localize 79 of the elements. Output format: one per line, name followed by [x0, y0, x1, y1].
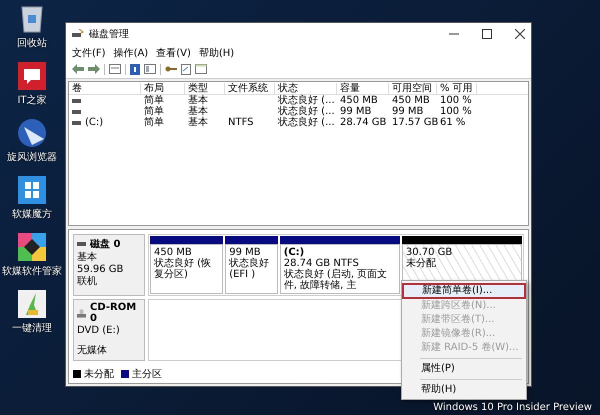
speech-bubble-icon[interactable]: [18, 62, 46, 90]
disk-detail: 基本: [77, 252, 98, 263]
table-cell: NTFS: [228, 117, 254, 128]
context-menu-item[interactable]: 帮助(H): [402, 383, 526, 397]
column-header[interactable]: % 可用: [437, 82, 477, 94]
menu-item[interactable]: 帮助(H): [198, 46, 234, 60]
partition-block[interactable]: 450 MB 状态良好 (恢复分区): [150, 244, 224, 294]
partition-size: 450 MB: [154, 247, 193, 258]
legend-label: 未分配: [84, 368, 114, 381]
column-header[interactable]: 容量: [337, 82, 389, 94]
partition-size: 30.70 GB: [406, 247, 454, 258]
document-icon[interactable]: [181, 64, 191, 74]
column-header[interactable]: 布局: [141, 82, 185, 94]
close-icon[interactable]: [515, 29, 525, 39]
desktop-icon-label[interactable]: 软媒魔方: [12, 207, 52, 221]
desktop-icon-label[interactable]: 软媒软件管家: [2, 264, 62, 278]
menu-item[interactable]: 操作(A): [114, 46, 148, 60]
table-cell: 28.74 GB: [340, 117, 386, 128]
column-header[interactable]: 可用空间: [389, 82, 437, 94]
key-icon[interactable]: [165, 64, 177, 74]
disk-detail: DVD (E:): [77, 325, 121, 336]
window-title: 磁盘管理: [89, 28, 129, 41]
disk-name: 磁盘 0: [90, 238, 120, 251]
partition-status: 状态良好 (恢复分区): [154, 258, 212, 280]
disk-detail: 59.96 GB: [77, 264, 124, 275]
table-cell: 99 MB: [392, 106, 424, 117]
disk-detail: 无媒体: [77, 345, 108, 356]
table-cell: 状态良好 (...: [278, 117, 335, 128]
partition-status: 状态良好 (启动, 页面文件, 故障转储, 主: [284, 269, 388, 291]
desktop-icon-label[interactable]: 一键清理: [12, 321, 52, 335]
table-cell: 17.57 GB: [392, 117, 438, 128]
context-menu-item[interactable]: 新建简单卷(I)...: [402, 283, 526, 299]
column-header[interactable]: 状态: [275, 82, 337, 94]
disk-management-icon: [72, 29, 84, 39]
desktop-icon-label[interactable]: IT之家: [17, 93, 47, 107]
desktop-icon-label[interactable]: 回收站: [17, 36, 47, 50]
window-icon[interactable]: [195, 64, 207, 74]
desktop-icon-label[interactable]: 旋风浏览器: [7, 150, 57, 164]
table-cell: 99 MB: [340, 106, 372, 117]
column-header[interactable]: 文件系统: [225, 82, 275, 94]
os-edition-text: Windows 10 Pro Insider Preview: [433, 402, 592, 413]
column-header[interactable]: 卷: [69, 82, 141, 94]
partition-status: 未分配: [406, 258, 437, 269]
table-cell: 450 MB: [392, 95, 430, 106]
table-cell: 简单: [144, 106, 164, 117]
table-cell: 450 MB: [340, 95, 378, 106]
table-cell: 基本: [188, 117, 208, 128]
maximize-icon[interactable]: [482, 29, 492, 39]
partition-size: 99 MB: [229, 247, 262, 258]
column-header[interactable]: 类型: [185, 82, 225, 94]
table-cell: 状态良好 (...: [278, 106, 335, 117]
context-menu-item[interactable]: 属性(P): [402, 362, 526, 376]
partition-label: (C:): [284, 247, 306, 258]
table-cell: 61 %: [440, 117, 466, 128]
circle-sweep-icon[interactable]: [18, 119, 46, 147]
table-cell: 100 %: [440, 106, 472, 117]
table-cell: (C:): [85, 117, 104, 128]
legend-label: 主分区: [132, 368, 162, 381]
partition-block[interactable]: 99 MB 状态良好 (EFI ): [225, 244, 278, 294]
partition-status: 状态良好 (EFI ): [229, 258, 270, 280]
menu-item[interactable]: 文件(F): [72, 46, 106, 60]
table-cell: 基本: [188, 95, 208, 106]
partition-block[interactable]: (C:) 28.74 GB NTFS 状态良好 (启动, 页面文件, 故障转储, 主: [280, 244, 400, 294]
table-cell: 基本: [188, 106, 208, 117]
table-cell: 状态良好 (...: [278, 95, 335, 106]
back-arrow-icon[interactable]: [72, 64, 84, 74]
menu-item[interactable]: 查看(V): [156, 46, 191, 60]
window-grid-icon[interactable]: [18, 176, 46, 204]
forward-arrow-icon[interactable]: [88, 64, 100, 74]
partition-size: 28.74 GB NTFS: [284, 258, 360, 269]
panel-icon[interactable]: [144, 64, 156, 74]
table-cell: 100 %: [440, 95, 472, 106]
disk-name: CD-ROM 0: [90, 302, 138, 324]
table-cell: 简单: [144, 95, 164, 106]
disk-detail: 联机: [77, 276, 98, 287]
optical-drive-icon: [77, 308, 86, 318]
table-cell: 简单: [144, 117, 164, 128]
list-view-icon[interactable]: [109, 64, 121, 74]
diamond-tile-icon[interactable]: [18, 233, 46, 261]
